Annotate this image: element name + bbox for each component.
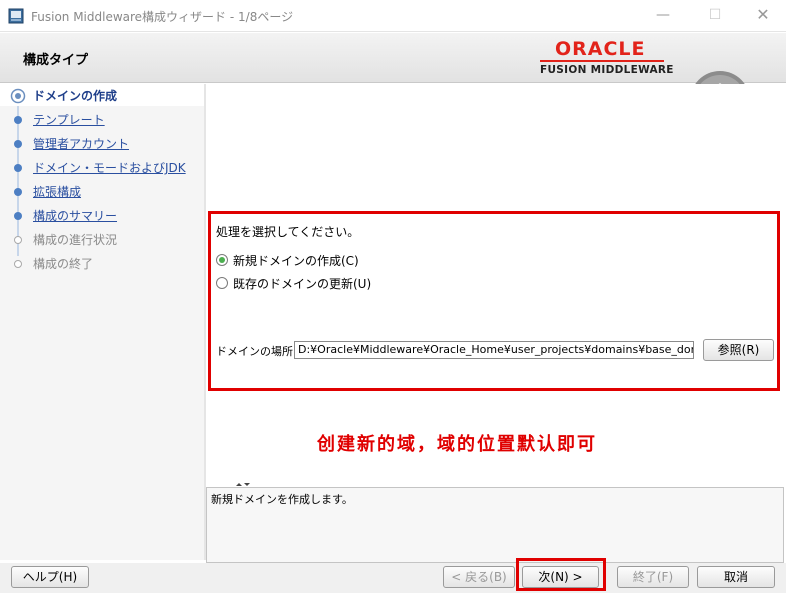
domain-location-label: ドメインの場所: [216,345,297,358]
description-text: 新規ドメインを作成します。 [211,493,353,506]
window-title: Fusion Middleware構成ウィザード - 1/8ページ [31,10,294,24]
radio-unselected-icon[interactable] [216,277,228,289]
step-node-disabled-icon [14,260,22,268]
close-button[interactable]: ✕ [740,0,786,32]
app-icon [8,8,24,24]
annotation-text: 创建新的域，域的位置默认即可 [317,434,597,455]
back-button[interactable]: < 戻る(B) [443,566,515,588]
next-highlight-box [516,558,606,591]
option-label[interactable]: 新規ドメインの作成(C) [233,252,359,269]
help-button[interactable]: ヘルプ(H) [11,566,89,588]
description-area: 新規ドメインを作成します。 [206,487,784,563]
nav-step-admin-account[interactable]: 管理者アカウント [0,132,204,154]
nav-step-label: 拡張構成 [33,185,82,199]
nav-step-create-domain[interactable]: ドメインの作成 [0,84,204,106]
step-node-icon [14,116,22,124]
nav-step-advanced-config[interactable]: 拡張構成 [0,180,204,202]
radio-selected-icon[interactable] [216,254,228,266]
browse-button[interactable]: 参照(R) [703,339,774,361]
step-current-icon [10,88,26,104]
maximize-button[interactable]: ☐ [692,0,738,32]
logo-divider [540,60,664,62]
step-node-icon [14,164,22,172]
nav-step-label: ドメインの作成 [33,89,118,103]
nav-step-label: テンプレート [33,113,105,127]
finish-button[interactable]: 終了(F) [617,566,689,588]
nav-step-label: 構成の進行状況 [33,233,118,247]
cancel-button[interactable]: 取消 [697,566,775,588]
page-title: 構成タイプ [23,53,89,68]
nav-step-config-summary[interactable]: 構成のサマリー [0,204,204,226]
nav-step-domain-mode-jdk[interactable]: ドメイン・モードおよびJDK [0,156,204,178]
action-prompt: 処理を選択してください。 [216,225,360,239]
minimize-button[interactable]: — [640,0,686,32]
nav-step-config-end: 構成の終了 [0,252,204,274]
step-node-disabled-icon [14,236,22,244]
domain-location-input[interactable]: D:¥Oracle¥Middleware¥Oracle_Home¥user_pr… [294,341,694,359]
nav-step-label: 構成のサマリー [33,209,118,223]
oracle-logo: ORACLE [555,38,646,60]
wizard-header: 構成タイプ ORACLE FUSION MIDDLEWARE [0,33,786,117]
option-label[interactable]: 既存のドメインの更新(U) [233,275,371,292]
step-node-icon [14,140,22,148]
title-bar: Fusion Middleware構成ウィザード - 1/8ページ — ☐ ✕ [0,0,786,32]
nav-step-config-progress: 構成の進行状況 [0,228,204,250]
nav-step-label: 管理者アカウント [33,137,130,151]
nav-step-template[interactable]: テンプレート [0,108,204,130]
nav-step-label: 構成の終了 [33,257,94,271]
nav-step-label: ドメイン・モードおよびJDK [33,161,186,175]
step-node-icon [14,212,22,220]
logo-subtitle: FUSION MIDDLEWARE [540,64,674,76]
step-node-icon [14,188,22,196]
